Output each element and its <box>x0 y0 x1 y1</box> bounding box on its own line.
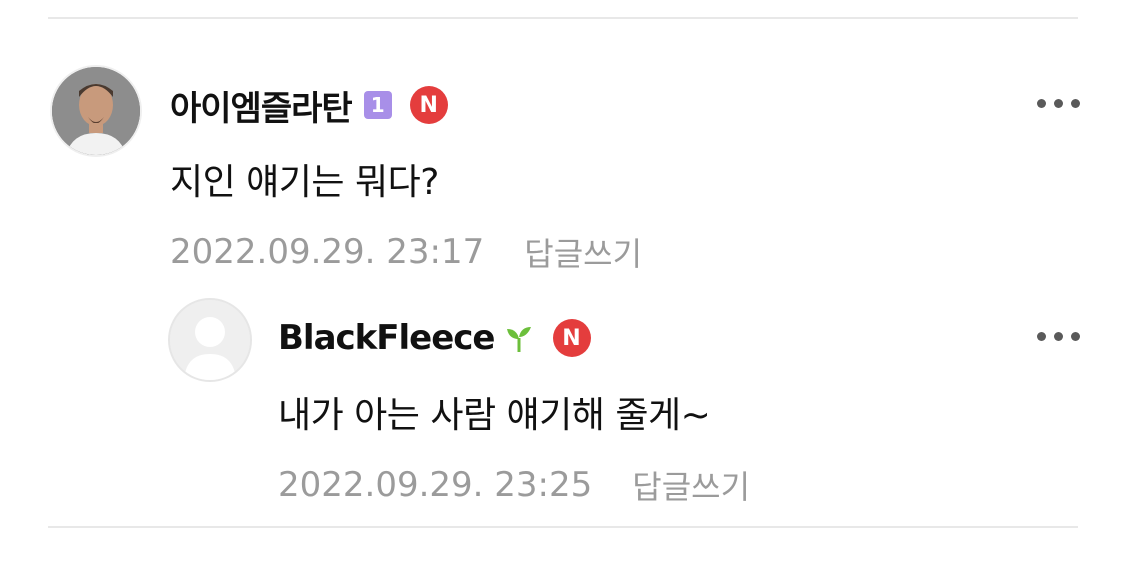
more-options-dot <box>1071 331 1080 341</box>
more-options-icon <box>1037 98 1046 108</box>
comment-body: 아이엠즐라탄 1 N 지인 얘기는 뭐다? 2022.09.29. 23:17 … <box>170 83 642 275</box>
profile-photo-icon <box>52 67 140 155</box>
comment-body: BlackFleece N 내가 아는 사람 얘기해 줄게~ 2022.09.2… <box>278 316 750 508</box>
reply-button[interactable]: 답글쓰기 <box>632 462 750 508</box>
default-avatar-icon <box>170 300 250 380</box>
bottom-divider <box>48 526 1078 528</box>
more-options-dot <box>1054 98 1063 108</box>
new-badge-icon: N <box>552 319 591 357</box>
reply-button[interactable]: 답글쓰기 <box>524 229 642 275</box>
nickname[interactable]: 아이엠즐라탄 <box>170 81 353 130</box>
more-options-dot <box>1054 331 1063 341</box>
name-row: BlackFleece N <box>278 316 750 360</box>
more-options-button[interactable] <box>1037 328 1080 344</box>
rank-badge-icon: 1 <box>363 91 392 119</box>
more-options-icon <box>1037 331 1046 341</box>
comment-text: 내가 아는 사람 얘기해 줄게~ <box>278 395 711 436</box>
sprout-icon <box>506 327 531 352</box>
top-divider <box>48 17 1078 19</box>
more-options-dot <box>1071 98 1080 108</box>
comment-text: 지인 얘기는 뭐다? <box>170 162 439 203</box>
comment-date: 2022.09.29. 23:25 <box>278 465 593 505</box>
avatar[interactable] <box>50 65 142 157</box>
avatar[interactable] <box>168 298 252 382</box>
new-badge-icon: N <box>409 86 448 124</box>
comment-date: 2022.09.29. 23:17 <box>170 232 485 272</box>
comment-meta: 2022.09.29. 23:17 답글쓰기 <box>170 229 642 275</box>
comment-meta: 2022.09.29. 23:25 답글쓰기 <box>278 462 750 508</box>
name-row: 아이엠즐라탄 1 N <box>170 81 642 130</box>
more-options-button[interactable] <box>1037 95 1080 111</box>
nickname[interactable]: BlackFleece <box>278 318 495 358</box>
